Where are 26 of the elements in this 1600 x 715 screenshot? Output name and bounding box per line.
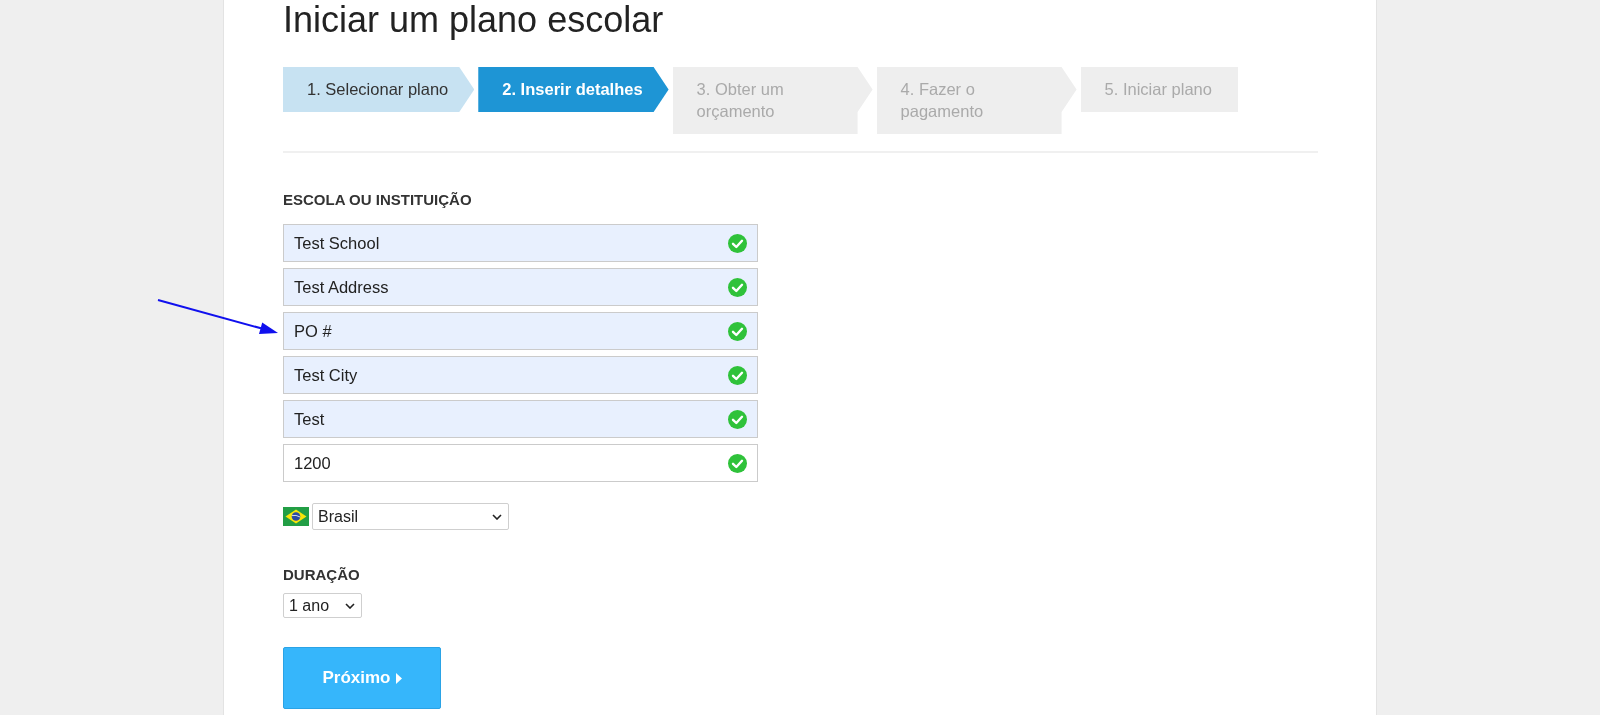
- input-field[interactable]: 1200: [283, 444, 758, 482]
- caret-right-icon: [395, 672, 402, 684]
- progress-step: 3. Obter um orçamento: [672, 67, 873, 134]
- input-field[interactable]: Test Address: [283, 268, 758, 306]
- input-field[interactable]: Test School: [283, 224, 758, 262]
- progress-step: 5. Iniciar plano: [1080, 67, 1238, 112]
- flag-icon: [283, 507, 309, 526]
- section-label: DURAÇÃO: [283, 565, 360, 585]
- chevron-down-icon: [345, 602, 355, 609]
- chevron-down-icon: [492, 513, 502, 520]
- check-circle-icon: [728, 453, 747, 473]
- check-circle-icon: [728, 321, 747, 341]
- progress-step: 1. Selecionar plano: [283, 67, 475, 112]
- check-circle-icon: [728, 365, 747, 385]
- input-field[interactable]: Test: [283, 400, 758, 438]
- check-circle-icon: [728, 409, 747, 429]
- country-select[interactable]: Brasil: [312, 503, 509, 530]
- duration-select[interactable]: 1 ano: [283, 593, 362, 618]
- progress-step: 2. Inserir detalhes: [478, 67, 669, 112]
- check-circle-icon: [728, 277, 747, 297]
- check-circle-icon: [728, 233, 747, 253]
- input-field[interactable]: PO #: [283, 312, 758, 350]
- section-label: ESCOLA OU INSTITUIÇÃO: [283, 190, 472, 210]
- progress-step: 4. Fazer o pagamento: [876, 67, 1077, 134]
- page-title: Iniciar um plano escolar: [283, 0, 664, 40]
- input-field[interactable]: Test City: [283, 356, 758, 394]
